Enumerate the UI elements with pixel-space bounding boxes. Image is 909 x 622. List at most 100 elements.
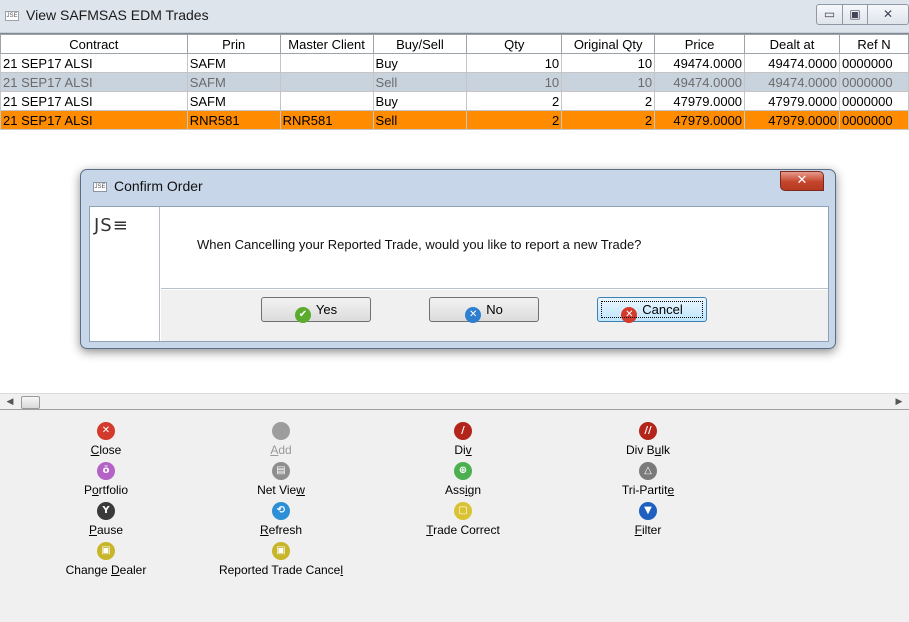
close-icon: ✕ [97, 422, 115, 440]
minimize-button[interactable]: ▭ [816, 4, 843, 25]
no-button-label: No [486, 302, 503, 317]
cancel-button-label: Cancel [642, 302, 683, 317]
assign-action-button[interactable]: ⊕ Assign [398, 462, 528, 497]
cell-contract: 21 SEP17 ALSI [0, 53, 188, 73]
div-icon: / [454, 422, 472, 440]
action-label: Add [270, 443, 292, 457]
column-header-dealt-at[interactable]: Dealt at [744, 34, 840, 54]
pause-action-button[interactable]: Y Pause [41, 502, 171, 537]
table-row[interactable]: 21 SEP17 ALSI RNR581 RNR581 Sell 2 2 479… [0, 110, 909, 130]
confirm-order-dialog: JSE Confirm Order ✕ JS≡ When Cancelling … [80, 169, 836, 349]
action-label: Reported Trade Cancel [218, 563, 344, 577]
cell-prin: SAFM [186, 53, 281, 73]
portfolio-action-button[interactable]: ō Portfolio [41, 462, 171, 497]
column-header-contract[interactable]: Contract [0, 34, 188, 54]
column-header-qty[interactable]: Qty [466, 34, 563, 54]
cell-buy-sell: Buy [372, 53, 468, 73]
cell-original-qty: 10 [561, 72, 656, 92]
cell-original-qty: 10 [561, 53, 656, 73]
refresh-action-button[interactable]: ⟲ Refresh [216, 502, 346, 537]
column-header-buy-sell[interactable]: Buy/Sell [372, 34, 468, 54]
window-close-button[interactable]: ✕ [867, 4, 909, 25]
horizontal-scrollbar[interactable]: ◀ ▶ [0, 393, 909, 410]
cell-prin: SAFM [186, 91, 281, 111]
cell-buy-sell: Sell [372, 110, 468, 130]
change-dealer-icon: ▣ [97, 542, 115, 560]
reported-trade-cancel-action-button[interactable]: ▣ Reported Trade Cancel [206, 542, 356, 577]
cell-master-client [279, 91, 374, 111]
cell-qty: 2 [466, 91, 563, 111]
action-label: Tri-Partite [621, 483, 675, 497]
cell-contract: 21 SEP17 ALSI [0, 91, 188, 111]
yes-button-label: Yes [315, 302, 338, 317]
cell-dealt-at: 47979.0000 [744, 110, 840, 130]
action-panel: ✕ Close Add / Div // Div Bulk ō Portfoli… [0, 410, 909, 622]
div-bulk-icon: // [639, 422, 657, 440]
cell-ref-no: 0000000 [838, 72, 909, 92]
change-dealer-action-button[interactable]: ▣ Change Dealer [41, 542, 171, 577]
tri-partite-icon: △ [639, 462, 657, 480]
filter-action-button[interactable]: ▼ Filter [583, 502, 713, 537]
action-label: Div [454, 443, 472, 457]
div-action-button[interactable]: / Div [398, 422, 528, 457]
table-row[interactable]: 21 SEP17 ALSI SAFM Sell 10 10 49474.0000… [0, 72, 909, 92]
net-view-action-button[interactable]: ▤ Net View [216, 462, 346, 497]
no-button[interactable]: ✕ No [429, 297, 539, 323]
cell-price: 49474.0000 [654, 72, 746, 92]
reported-trade-cancel-icon: ▣ [272, 542, 290, 560]
div-bulk-action-button[interactable]: // Div Bulk [583, 422, 713, 457]
window-title: View SAFMSAS EDM Trades [26, 7, 209, 23]
close-action-button[interactable]: ✕ Close [41, 422, 171, 457]
cell-price: 49474.0000 [654, 53, 746, 73]
trade-correct-action-button[interactable]: ▢ Trade Correct [398, 502, 528, 537]
cell-master-client [279, 53, 374, 73]
action-label: Change Dealer [65, 563, 147, 577]
refresh-icon: ⟲ [272, 502, 290, 520]
scroll-left-icon[interactable]: ◀ [3, 396, 17, 409]
column-header-master-client[interactable]: Master Client [279, 34, 374, 54]
cell-contract: 21 SEP17 ALSI [0, 110, 188, 130]
cell-prin: RNR581 [186, 110, 281, 130]
scroll-right-icon[interactable]: ▶ [892, 396, 906, 409]
action-label: Filter [634, 523, 662, 537]
cell-qty: 2 [466, 110, 563, 130]
action-label: Div Bulk [625, 443, 671, 457]
cell-price: 47979.0000 [654, 110, 746, 130]
maximize-button[interactable]: ▣ [842, 4, 868, 25]
column-header-ref-no[interactable]: Ref N [838, 34, 909, 54]
table-row[interactable]: 21 SEP17 ALSI SAFM Buy 2 2 47979.0000 47… [0, 91, 909, 111]
table-header-row: Contract Prin Master Client Buy/Sell Qty… [0, 34, 909, 54]
dialog-close-button[interactable]: ✕ [780, 171, 824, 191]
add-icon [272, 422, 290, 440]
dialog-message: When Cancelling your Reported Trade, wou… [197, 237, 642, 252]
cell-dealt-at: 49474.0000 [744, 53, 840, 73]
filter-icon: ▼ [639, 502, 657, 520]
cancel-button[interactable]: ✕ Cancel [597, 297, 707, 323]
cell-ref-no: 0000000 [838, 110, 909, 130]
cancel-icon: ✕ [621, 307, 638, 323]
net-view-icon: ▤ [272, 462, 290, 480]
cell-contract: 21 SEP17 ALSI [0, 72, 188, 92]
tri-partite-action-button[interactable]: △ Tri-Partite [583, 462, 713, 497]
cell-dealt-at: 49474.0000 [744, 72, 840, 92]
column-header-original-qty[interactable]: Original Qty [561, 34, 656, 54]
assign-icon: ⊕ [454, 462, 472, 480]
action-label: Pause [88, 523, 124, 537]
dialog-title: Confirm Order [114, 178, 203, 194]
action-label: Close [90, 443, 122, 457]
scrollbar-thumb[interactable] [21, 396, 40, 409]
add-action-button[interactable]: Add [216, 422, 346, 457]
check-icon: ✔ [294, 307, 311, 323]
action-label: Refresh [259, 523, 303, 537]
action-label: Assign [444, 483, 482, 497]
cell-master-client: RNR581 [279, 110, 374, 130]
trade-correct-icon: ▢ [454, 502, 472, 520]
trades-table: Contract Prin Master Client Buy/Sell Qty… [0, 34, 909, 130]
jse-logo-text: JS≡ [94, 215, 129, 236]
cell-qty: 10 [466, 72, 563, 92]
yes-button[interactable]: ✔ Yes [261, 297, 371, 323]
action-label: Portfolio [83, 483, 129, 497]
column-header-price[interactable]: Price [654, 34, 746, 54]
column-header-prin[interactable]: Prin [186, 34, 281, 54]
table-row[interactable]: 21 SEP17 ALSI SAFM Buy 10 10 49474.0000 … [0, 53, 909, 73]
